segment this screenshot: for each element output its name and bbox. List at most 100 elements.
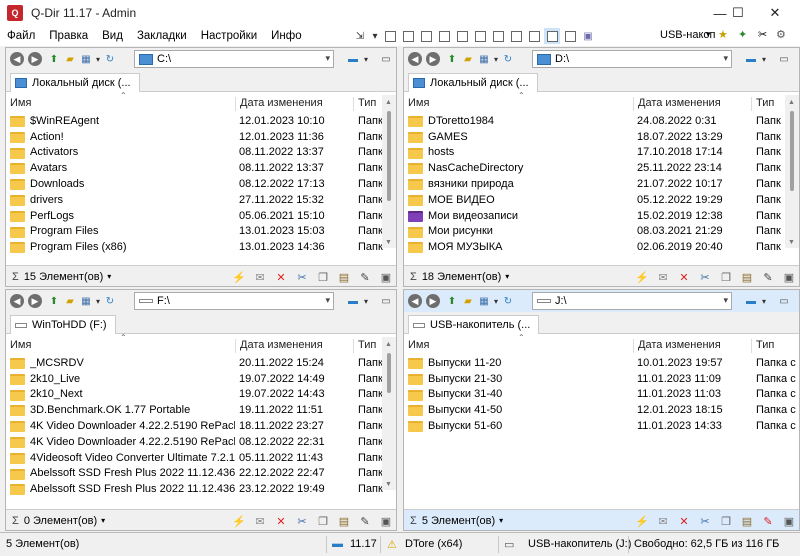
menu-settings[interactable]: Настройки	[194, 26, 264, 46]
list-item[interactable]: 4K Video Downloader 4.22.2.5190 RePack (…	[6, 434, 383, 450]
list-item[interactable]: 3D.Benchmark.OK 1.77 Portable 19.11.2022 …	[6, 402, 383, 418]
new-folder-icon[interactable]: ▰	[62, 51, 78, 67]
layout-7-icon[interactable]	[490, 28, 506, 44]
back-icon[interactable]: ◀	[10, 52, 24, 66]
chevron-down-icon[interactable]: ▾	[505, 272, 509, 281]
address-bar[interactable]: D:\ ▾	[532, 50, 732, 68]
up-folder-icon[interactable]: ⬆	[46, 293, 62, 309]
scroll-down-icon[interactable]: ▼	[385, 239, 392, 246]
chevron-down-icon[interactable]: ▾	[723, 295, 728, 306]
edit-icon[interactable]: ✎	[760, 269, 776, 285]
chevron-down-icon[interactable]: ▾	[706, 29, 711, 40]
list-item[interactable]: DToretto1984 24.08.2022 0:31 Папк	[404, 113, 785, 129]
address-text[interactable]: J:\	[555, 295, 567, 307]
mail-icon[interactable]: ✉	[252, 513, 268, 529]
menu-icon[interactable]: ▭	[378, 51, 394, 67]
delete-icon[interactable]: ✕	[676, 513, 692, 529]
chevron-down-icon[interactable]: ▾	[362, 51, 370, 67]
close-button[interactable]: ✕	[755, 0, 795, 26]
chevron-down-icon[interactable]: ▾	[101, 516, 105, 525]
edit-icon[interactable]: ✎	[357, 513, 373, 529]
list-item[interactable]: $WinREAgent 12.01.2023 10:10 Папк	[6, 113, 383, 129]
scroll-thumb[interactable]	[387, 353, 391, 393]
view-toggle-icon[interactable]: ▣	[378, 269, 394, 285]
address-text[interactable]: C:\	[157, 53, 171, 65]
menu-icon[interactable]: ▭	[776, 51, 792, 67]
scroll-thumb[interactable]	[790, 111, 794, 191]
scroll-up-icon[interactable]: ▲	[788, 99, 795, 106]
list-item[interactable]: Program Files (x86) 13.01.2023 14:36 Папк	[6, 239, 383, 255]
scroll-down-icon[interactable]: ▼	[788, 239, 795, 246]
list-item[interactable]: 4K Video Downloader 4.22.2.5190 RePack (…	[6, 418, 383, 434]
view-icon[interactable]: ▦	[78, 293, 94, 309]
back-icon[interactable]: ◀	[408, 294, 422, 308]
scroll-up-icon[interactable]: ▲	[385, 99, 392, 106]
monitor-icon[interactable]: ▬	[342, 51, 364, 67]
up-folder-icon[interactable]: ⬆	[46, 51, 62, 67]
quick-access-icon[interactable]: ⇲	[352, 28, 368, 44]
column-name-header[interactable]: Имя	[6, 339, 236, 353]
chevron-down-icon[interactable]: ▾	[362, 293, 370, 309]
column-date-header[interactable]: Дата изменения	[634, 339, 752, 353]
list-item[interactable]: Program Files 13.01.2023 15:03 Папк	[6, 224, 383, 240]
layout-2-icon[interactable]	[400, 28, 416, 44]
tools-icon[interactable]: ✂	[758, 28, 767, 41]
copy-icon[interactable]: ❐	[718, 513, 734, 529]
column-date-header[interactable]: Дата изменения	[236, 339, 354, 353]
address-bar[interactable]: J:\ ▾	[532, 292, 732, 310]
layout-8-icon[interactable]	[508, 28, 524, 44]
layout-10-icon[interactable]	[562, 28, 578, 44]
chevron-down-icon[interactable]: ▾	[325, 295, 330, 306]
menu-bookmarks[interactable]: Закладки	[130, 26, 194, 46]
list-item[interactable]: 2k10_Next 19.07.2022 14:43 Папк	[6, 387, 383, 403]
up-folder-icon[interactable]: ⬆	[444, 293, 460, 309]
new-folder-icon[interactable]: ▰	[460, 293, 476, 309]
chevron-down-icon[interactable]: ▾	[325, 53, 330, 64]
delete-icon[interactable]: ✕	[676, 269, 692, 285]
chevron-down-icon[interactable]: ▾	[723, 53, 728, 64]
address-text[interactable]: F:\	[157, 295, 170, 307]
tab-drive[interactable]: Локальный диск (...	[408, 73, 538, 92]
new-folder-icon[interactable]: ▰	[62, 293, 78, 309]
tab-drive[interactable]: WinToHDD (F:)	[10, 315, 116, 334]
vertical-scrollbar[interactable]: ▲ ▼	[382, 337, 396, 490]
list-item[interactable]: PerfLogs 05.06.2021 15:10 Папк	[6, 208, 383, 224]
list-item[interactable]: 4Videosoft Video Converter Ultimate 7.2.…	[6, 450, 383, 466]
layout-9-icon[interactable]	[526, 28, 542, 44]
up-folder-icon[interactable]: ⬆	[444, 51, 460, 67]
list-item[interactable]: Avatars 08.11.2022 13:37 Папк	[6, 160, 383, 176]
mail-icon[interactable]: ✉	[655, 269, 671, 285]
chevron-down-icon[interactable]: ▾	[94, 293, 102, 309]
list-item[interactable]: Action! 12.01.2023 11:36 Папк	[6, 129, 383, 145]
chevron-down-icon[interactable]: ▾	[499, 516, 503, 525]
address-text[interactable]: D:\	[555, 53, 569, 65]
monitor-icon[interactable]: ▬	[740, 293, 762, 309]
menu-icon[interactable]: ▭	[378, 293, 394, 309]
view-toggle-icon[interactable]: ▣	[781, 513, 797, 529]
list-item[interactable]: Мои рисунки 08.03.2021 21:29 Папк	[404, 224, 785, 240]
view-icon[interactable]: ▦	[476, 293, 492, 309]
list-item[interactable]: Выпуски 11-20 10.01.2023 19:57 Папка с	[404, 355, 799, 371]
refresh-icon[interactable]: ↻	[500, 51, 516, 67]
menu-file[interactable]: Файл	[0, 26, 42, 46]
lightning-icon[interactable]: ⚡	[634, 269, 650, 285]
copy-icon[interactable]: ❐	[718, 269, 734, 285]
column-date-header[interactable]: Дата изменения	[634, 97, 752, 111]
list-item[interactable]: hosts 17.10.2018 17:14 Папк	[404, 145, 785, 161]
list-item[interactable]: Выпуски 51-60 11.01.2023 14:33 Папка с	[404, 418, 799, 434]
monitor-icon[interactable]: ▬	[342, 293, 364, 309]
list-item[interactable]: drivers 27.11.2022 15:32 Папк	[6, 192, 383, 208]
refresh-icon[interactable]: ↻	[102, 293, 118, 309]
paste-icon[interactable]: ▤	[739, 513, 755, 529]
new-folder-icon[interactable]: ▰	[460, 51, 476, 67]
delete-icon[interactable]: ✕	[273, 513, 289, 529]
monitor-icon[interactable]: ▬	[740, 51, 762, 67]
scroll-down-icon[interactable]: ▼	[385, 481, 392, 488]
tab-drive[interactable]: USB-накопитель (...	[408, 315, 540, 334]
view-icon[interactable]: ▦	[78, 51, 94, 67]
address-bar[interactable]: F:\ ▾	[134, 292, 334, 310]
list-item[interactable]: Выпуски 41-50 12.01.2023 18:15 Папка с	[404, 402, 799, 418]
refresh-icon[interactable]: ↻	[102, 51, 118, 67]
list-item[interactable]: МОЯ МУЗЫКА 02.06.2019 20:40 Папк	[404, 239, 785, 255]
list-item[interactable]: Мои видеозаписи 15.02.2019 12:38 Папк	[404, 208, 785, 224]
